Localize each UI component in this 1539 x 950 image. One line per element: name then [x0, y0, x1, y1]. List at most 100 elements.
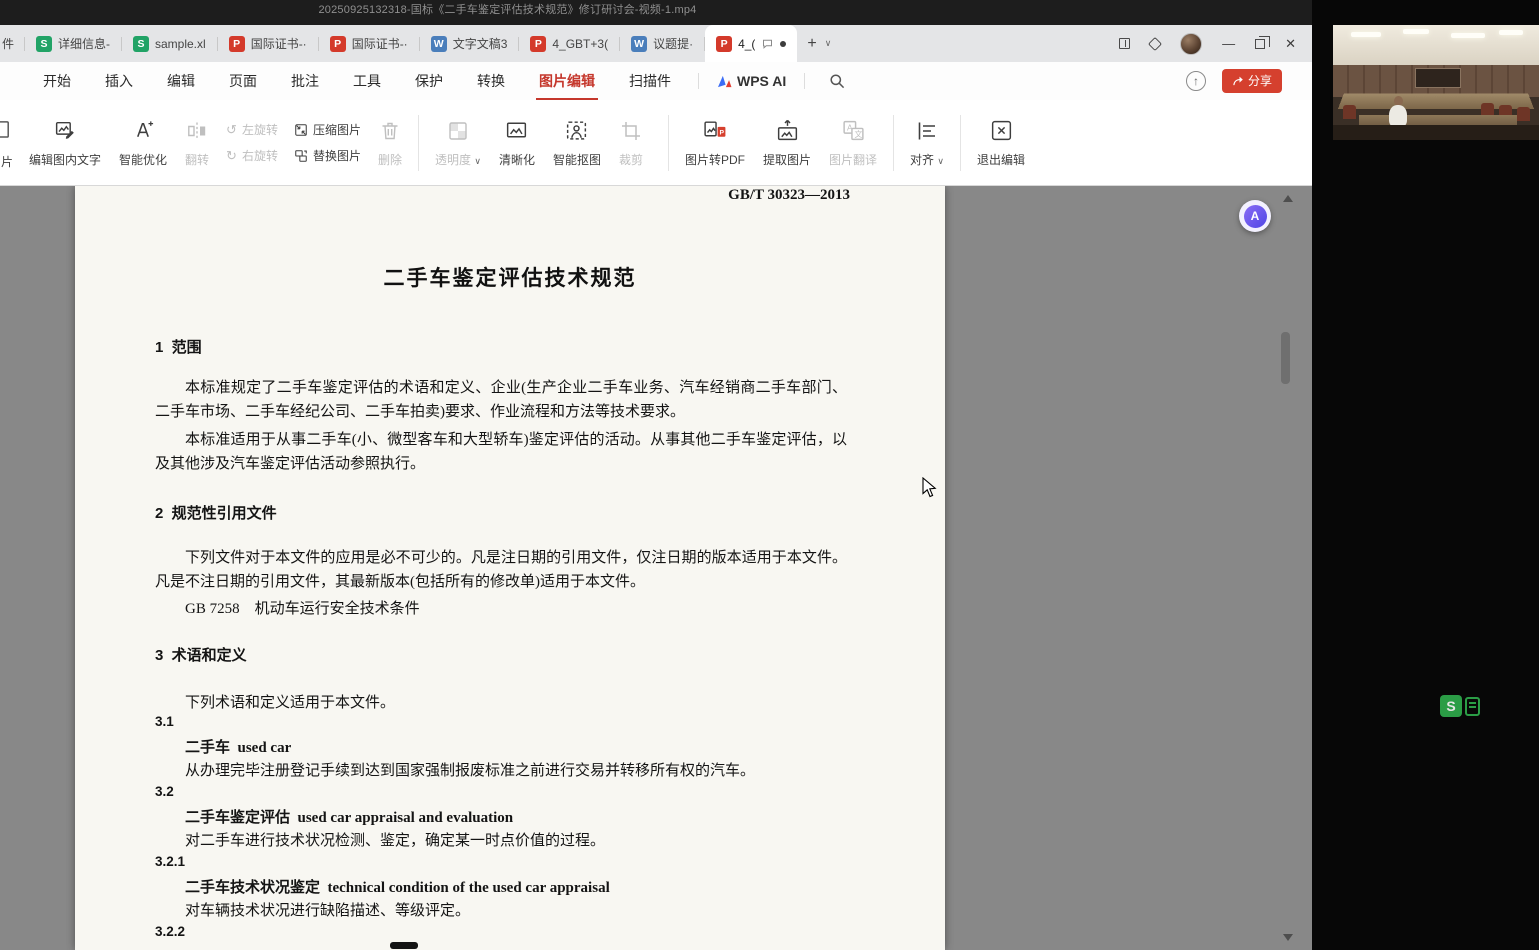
- writer-app-icon: W: [631, 36, 647, 52]
- webcam-shape: [1343, 105, 1356, 119]
- tab-list-dropdown-icon[interactable]: ∨: [825, 38, 832, 49]
- menu-item-edit[interactable]: 编辑: [158, 61, 204, 101]
- pdf-app-icon: P: [229, 36, 245, 52]
- exit-edit-button[interactable]: 退出编辑: [968, 118, 1034, 168]
- watermark-logo: S: [1440, 695, 1480, 717]
- tab-certificate-1[interactable]: P 国际证书-·: [218, 25, 318, 62]
- scrollbar-down-arrow[interactable]: [1283, 934, 1293, 941]
- toolbar-ribbon: 片 编辑图内文字 智能优化: [0, 100, 1312, 186]
- replace-image-button[interactable]: 替换图片: [294, 147, 361, 164]
- user-avatar[interactable]: [1180, 33, 1202, 55]
- term-title: 二手车技术状况鉴定 technical condition of the use…: [185, 876, 610, 897]
- image-translate-icon: A 文: [841, 118, 866, 143]
- menu-item-page[interactable]: 页面: [220, 61, 266, 101]
- image-translate-button[interactable]: A 文 图片翻译: [820, 118, 886, 168]
- rotate-left-button[interactable]: ↺ 左旋转: [226, 121, 278, 138]
- opacity-button[interactable]: 透明度 ∨: [426, 118, 490, 168]
- toolbar-separator: [418, 115, 419, 171]
- search-icon[interactable]: [829, 73, 845, 89]
- close-button[interactable]: ✕: [1285, 36, 1296, 52]
- document-area: GB/T 30323—2013 二手车鉴定评估技术规范 1 范围 本标准规定了二…: [0, 186, 1312, 950]
- menu-item-wps-ai[interactable]: WPS AI: [717, 73, 786, 89]
- tab-sample[interactable]: S sample.xl: [122, 25, 217, 62]
- section-3-intro: 下列术语和定义适用于本文件。: [155, 692, 847, 714]
- webcam-shape: [1351, 32, 1381, 37]
- term-definition: 对车辆技术状况进行缺陷描述、等级评定。: [155, 900, 847, 922]
- unsaved-dot-icon: [780, 41, 786, 47]
- split-view-icon[interactable]: [1119, 38, 1130, 49]
- smart-matting-button[interactable]: 智能抠图: [544, 118, 610, 168]
- tab-gbt-pdf[interactable]: P 4_GBT+3(: [519, 25, 619, 62]
- tab-partial-left[interactable]: 件: [0, 25, 24, 62]
- webcam-shape: [1415, 68, 1461, 88]
- toolbar-separator: [893, 115, 894, 171]
- tab-active-pdf[interactable]: P 4_(: [705, 25, 797, 62]
- compress-image-button[interactable]: 压缩图片: [294, 121, 361, 138]
- term-number: 3.2: [155, 784, 174, 799]
- webcam-shape: [1517, 107, 1530, 121]
- menu-separator: [698, 73, 699, 89]
- section-2-paragraph-1: 下列文件对于本文件的应用是必不可少的。凡是注日期的引用文件，仅注日期的版本适用于…: [155, 546, 847, 594]
- term-number: 3.2.2: [155, 924, 185, 939]
- watermark-letter: S: [1440, 695, 1462, 717]
- skin-settings-icon[interactable]: [1148, 36, 1162, 50]
- svg-text:P: P: [719, 129, 724, 136]
- minimize-button[interactable]: —: [1222, 36, 1235, 51]
- scrollbar-thumb[interactable]: [1281, 332, 1290, 384]
- delete-button[interactable]: 删除: [369, 118, 411, 168]
- chevron-down-icon: ∨: [474, 156, 481, 166]
- right-video-panel: S: [1312, 0, 1539, 950]
- upload-icon[interactable]: ↑: [1186, 71, 1206, 91]
- section-1-paragraph-1: 本标准规定了二手车鉴定评估的术语和定义、企业(生产企业二手车业务、汽车经销商二手…: [155, 376, 847, 424]
- extract-image-button[interactable]: 提取图片: [754, 118, 820, 168]
- term-number: 3.1: [155, 714, 174, 729]
- trash-icon: [378, 119, 402, 143]
- sharpen-button[interactable]: 清晰化: [490, 118, 544, 168]
- crop-icon: [619, 119, 643, 143]
- extract-image-icon: [775, 118, 800, 143]
- mouse-cursor: [922, 477, 937, 498]
- menu-item-image-edit[interactable]: 图片编辑: [530, 61, 604, 101]
- restore-window-button[interactable]: [1255, 39, 1265, 49]
- toolbar-partial-button[interactable]: 片: [0, 111, 20, 175]
- watermark-extension: [1465, 697, 1480, 716]
- section-2-reference: GB 7258 机动车运行安全技术条件: [155, 598, 847, 620]
- spreadsheet-app-icon: S: [133, 36, 149, 52]
- compress-image-icon: [294, 123, 308, 137]
- pdf-app-icon: P: [716, 36, 732, 52]
- menu-item-scanner[interactable]: 扫描件: [620, 61, 680, 101]
- section-3-heading: 3 术语和定义: [155, 644, 247, 665]
- menu-item-comment[interactable]: 批注: [282, 61, 328, 101]
- document-title: 二手车鉴定评估技术规范: [75, 262, 945, 292]
- replace-image-icon: [294, 149, 308, 163]
- edit-image-text-button[interactable]: 编辑图内文字: [20, 118, 110, 168]
- menu-item-tools[interactable]: 工具: [344, 61, 390, 101]
- flip-button[interactable]: 翻转: [176, 118, 218, 168]
- align-button[interactable]: 对齐 ∨: [901, 118, 953, 168]
- scrollbar-up-arrow[interactable]: [1283, 195, 1293, 202]
- menu-item-insert[interactable]: 插入: [96, 61, 142, 101]
- share-button[interactable]: 分享: [1222, 69, 1282, 93]
- smart-optimize-button[interactable]: 智能优化: [110, 118, 176, 168]
- tab-agenda[interactable]: W 议题提·: [620, 25, 704, 62]
- pdf-app-icon: P: [330, 36, 346, 52]
- webcam-shape: [1333, 125, 1539, 140]
- menu-item-home[interactable]: 开始: [34, 61, 80, 101]
- smart-optimize-icon: [131, 118, 156, 143]
- crop-button[interactable]: 裁剪: [610, 118, 652, 168]
- term-definition: 对二手车进行技术状况检测、鉴定，确定某一时点价值的过程。: [155, 830, 847, 852]
- term-definition: 从办理完毕注册登记手续到达到国家强制报废标准之前进行交易并转移所有权的汽车。: [155, 760, 847, 782]
- tab-text-document[interactable]: W 文字文稿3: [420, 25, 519, 62]
- new-tab-button[interactable]: +: [807, 36, 816, 52]
- menu-item-convert[interactable]: 转换: [468, 61, 514, 101]
- tab-details[interactable]: S 详细信息-: [25, 25, 121, 62]
- image-to-pdf-button[interactable]: P 图片转PDF: [676, 118, 754, 168]
- wps-ai-fab-button[interactable]: A: [1239, 200, 1271, 232]
- wps-office-window: 件 S 详细信息- S sample.xl P 国际证书-· P 国际证书-· …: [0, 25, 1312, 950]
- document-page[interactable]: GB/T 30323—2013 二手车鉴定评估技术规范 1 范围 本标准规定了二…: [75, 186, 945, 950]
- menu-item-protect[interactable]: 保护: [406, 61, 452, 101]
- tab-certificate-2[interactable]: P 国际证书-·: [319, 25, 419, 62]
- rotate-right-button[interactable]: ↻ 右旋转: [226, 147, 278, 164]
- svg-text:文: 文: [854, 129, 862, 139]
- image-to-pdf-icon: P: [702, 118, 728, 143]
